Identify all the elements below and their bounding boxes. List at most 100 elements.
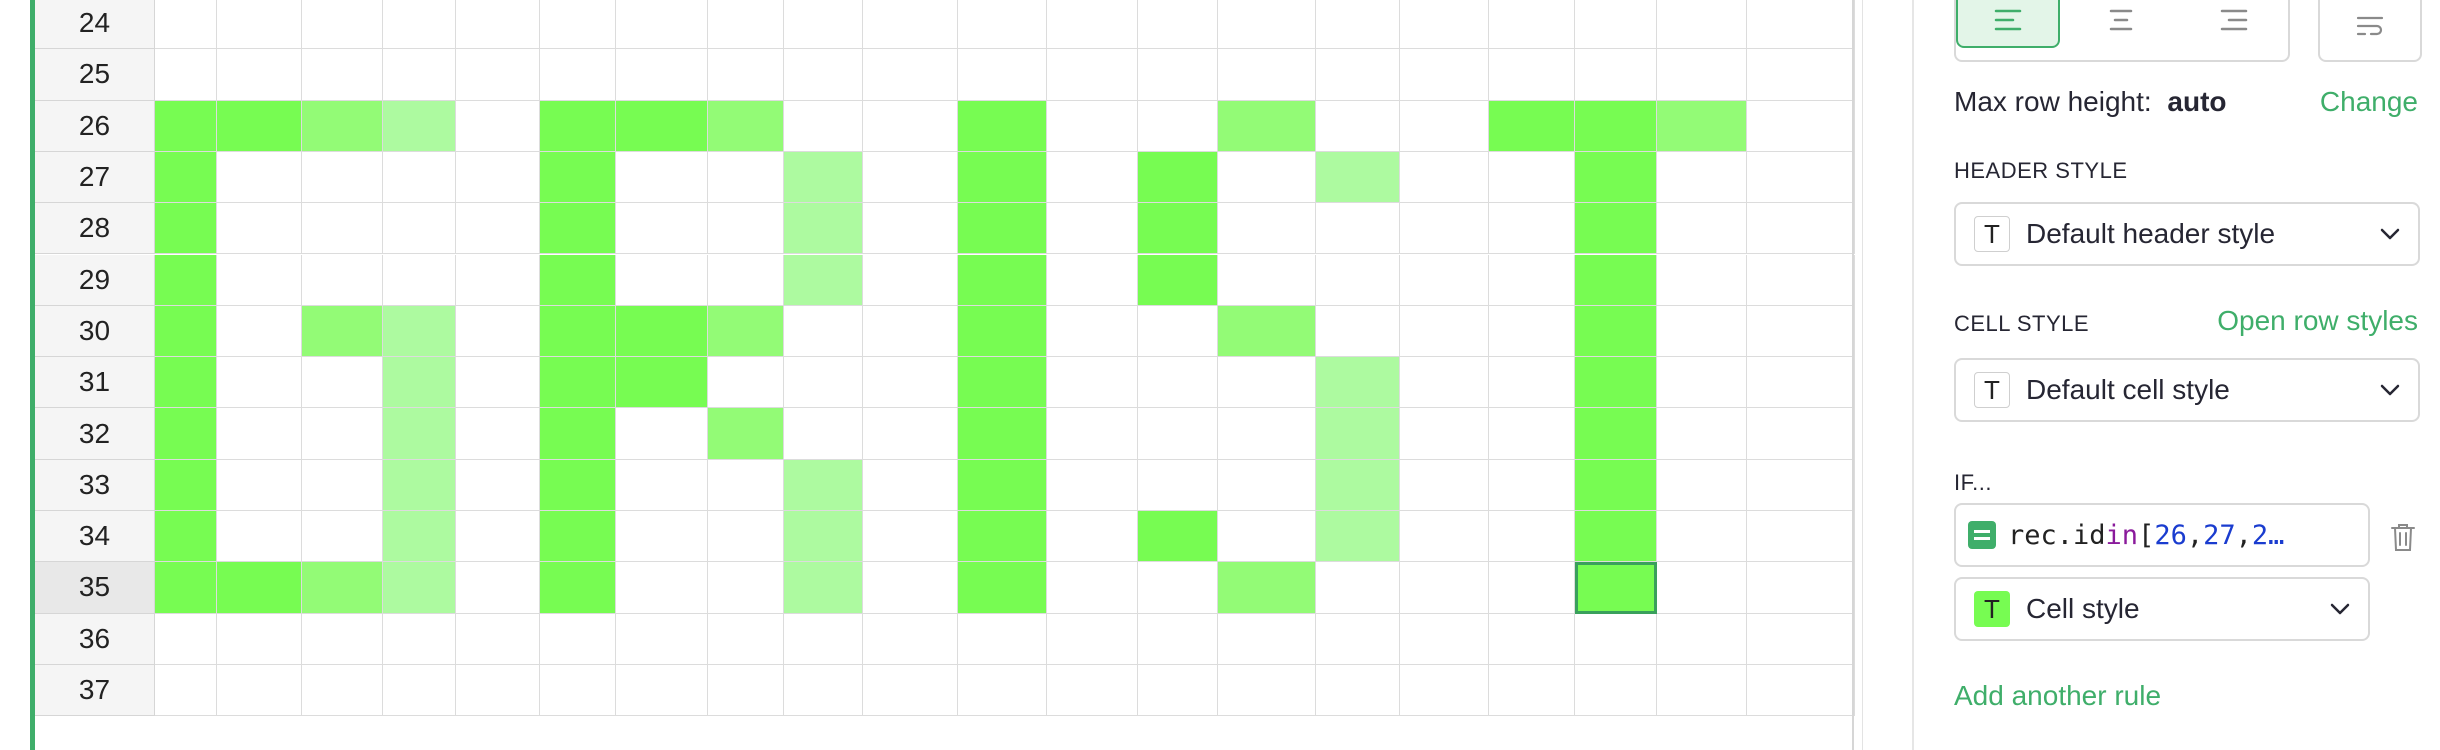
- grid-cell[interactable]: [540, 305, 616, 358]
- grid-cell[interactable]: [155, 254, 217, 306]
- grid-cell[interactable]: [1657, 254, 1747, 306]
- change-link[interactable]: Change: [2320, 86, 2418, 118]
- grid-cell[interactable]: [863, 511, 958, 563]
- grid-cell[interactable]: [1575, 664, 1657, 717]
- grid-cell[interactable]: [958, 408, 1047, 460]
- grid-cell[interactable]: [1657, 100, 1747, 152]
- grid-cell[interactable]: [1400, 562, 1489, 614]
- grid-cell[interactable]: [1047, 613, 1138, 665]
- grid-cell[interactable]: [958, 664, 1047, 717]
- grid-cell[interactable]: [1489, 151, 1575, 204]
- grid-cell[interactable]: [1747, 562, 1855, 614]
- grid-cell[interactable]: [708, 357, 784, 409]
- grid-cell[interactable]: [708, 49, 784, 101]
- grid-cell[interactable]: [863, 664, 958, 717]
- grid-cell[interactable]: [302, 100, 383, 152]
- grid-cell[interactable]: [456, 664, 540, 717]
- grid-cell[interactable]: [1218, 664, 1316, 717]
- grid-cell[interactable]: [1047, 0, 1138, 50]
- grid-cell[interactable]: [1047, 562, 1138, 614]
- grid-cell[interactable]: [383, 49, 456, 101]
- grid-cell[interactable]: [1575, 0, 1657, 50]
- grid-cell[interactable]: [616, 151, 708, 204]
- grid-cell[interactable]: [1575, 511, 1657, 563]
- grid-cell[interactable]: [302, 562, 383, 614]
- grid-cell[interactable]: [1316, 613, 1400, 665]
- grid-cell[interactable]: [217, 100, 302, 152]
- grid-cell[interactable]: [1575, 459, 1657, 511]
- grid-cell[interactable]: [540, 203, 616, 255]
- grid-cell[interactable]: [383, 0, 456, 50]
- grid-cell[interactable]: [1657, 664, 1747, 717]
- grid-cell[interactable]: [708, 254, 784, 306]
- grid-cell[interactable]: [958, 562, 1047, 614]
- grid-cell[interactable]: [1747, 0, 1855, 50]
- grid-cell[interactable]: [217, 408, 302, 460]
- grid-cell[interactable]: [540, 511, 616, 563]
- grid-cell[interactable]: [1747, 664, 1855, 717]
- grid-cell[interactable]: [1316, 254, 1400, 306]
- grid-cell[interactable]: [784, 459, 863, 511]
- trash-icon[interactable]: [2390, 522, 2416, 552]
- grid-cell[interactable]: [1138, 459, 1218, 511]
- grid-cell[interactable]: [155, 613, 217, 665]
- grid-cell[interactable]: [1316, 459, 1400, 511]
- align-right-button[interactable]: [2182, 0, 2286, 48]
- grid-cell[interactable]: [1316, 49, 1400, 101]
- grid-cell[interactable]: [456, 0, 540, 50]
- grid-cell[interactable]: [155, 49, 217, 101]
- grid-cell[interactable]: [383, 357, 456, 409]
- grid-cell[interactable]: [1218, 459, 1316, 511]
- grid-cell[interactable]: [383, 305, 456, 358]
- grid-cell[interactable]: [217, 49, 302, 101]
- grid-cell[interactable]: [1218, 613, 1316, 665]
- grid-cell[interactable]: [1747, 203, 1855, 255]
- grid-cell[interactable]: [155, 305, 217, 358]
- grid-cell[interactable]: [708, 408, 784, 460]
- grid-cell[interactable]: [1047, 49, 1138, 101]
- grid-cell[interactable]: [1489, 511, 1575, 563]
- grid-cell[interactable]: [616, 203, 708, 255]
- grid-cell[interactable]: [784, 203, 863, 255]
- grid-cell[interactable]: [1316, 357, 1400, 409]
- grid-cell[interactable]: [456, 459, 540, 511]
- grid-cell[interactable]: [1575, 254, 1657, 306]
- grid-cell[interactable]: [456, 357, 540, 409]
- grid-cell[interactable]: [616, 511, 708, 563]
- row-number[interactable]: 32: [35, 408, 155, 460]
- grid-cell[interactable]: [1218, 562, 1316, 614]
- grid-cell[interactable]: [540, 254, 616, 306]
- grid-cell[interactable]: [1218, 511, 1316, 563]
- grid-cell[interactable]: [1316, 100, 1400, 152]
- grid-cell[interactable]: [958, 357, 1047, 409]
- grid-cell[interactable]: [1047, 408, 1138, 460]
- grid-cell[interactable]: [1316, 0, 1400, 50]
- grid-cell[interactable]: [217, 151, 302, 204]
- grid-cell[interactable]: [383, 459, 456, 511]
- grid-cell[interactable]: [1489, 0, 1575, 50]
- grid-cell[interactable]: [1657, 459, 1747, 511]
- grid-cell[interactable]: [1047, 203, 1138, 255]
- grid-cell[interactable]: [1489, 562, 1575, 614]
- grid-cell[interactable]: [383, 203, 456, 255]
- grid-cell[interactable]: [383, 254, 456, 306]
- grid-cell[interactable]: [1575, 357, 1657, 409]
- grid-cell[interactable]: [1489, 459, 1575, 511]
- grid-cell[interactable]: [863, 459, 958, 511]
- grid-cell[interactable]: [1575, 408, 1657, 460]
- grid-cell[interactable]: [1138, 203, 1218, 255]
- grid-cell[interactable]: [863, 357, 958, 409]
- grid-cell[interactable]: [958, 203, 1047, 255]
- grid-cell[interactable]: [1400, 305, 1489, 358]
- grid-cell[interactable]: [1316, 305, 1400, 358]
- grid-cell[interactable]: [540, 613, 616, 665]
- grid-cell[interactable]: [456, 151, 540, 204]
- grid-cell[interactable]: [1657, 511, 1747, 563]
- grid-cell[interactable]: [708, 562, 784, 614]
- grid-cell[interactable]: [784, 511, 863, 563]
- grid-cell[interactable]: [863, 203, 958, 255]
- row-number[interactable]: 37: [35, 664, 155, 717]
- grid-cell[interactable]: [1747, 49, 1855, 101]
- grid-cell[interactable]: [1489, 357, 1575, 409]
- grid-cell[interactable]: [708, 100, 784, 152]
